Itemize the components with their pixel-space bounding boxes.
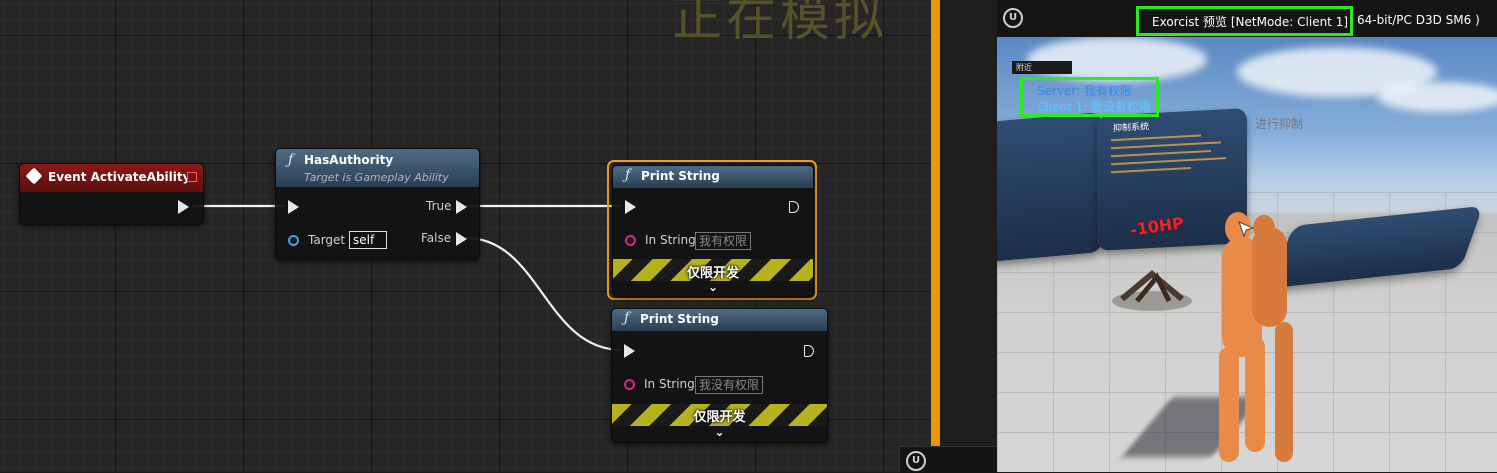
mini-label: 附近 bbox=[1012, 61, 1072, 74]
in-string-pin[interactable] bbox=[625, 235, 636, 246]
viewport-title: Exorcist 预览 [NetMode: Client 1] bbox=[1152, 15, 1349, 29]
function-icon: ƒ bbox=[288, 152, 294, 168]
has-authority-title: HasAuthority bbox=[304, 153, 394, 167]
in-string-field[interactable]: 我有权限 bbox=[695, 232, 752, 250]
true-exec-pin[interactable] bbox=[456, 200, 467, 214]
target-pin[interactable] bbox=[288, 235, 299, 246]
character-leg bbox=[1245, 337, 1265, 452]
false-exec-pin[interactable] bbox=[456, 232, 467, 246]
false-pin-label: False bbox=[421, 231, 452, 245]
character-head bbox=[1253, 215, 1275, 241]
panel-text-line bbox=[1111, 157, 1226, 166]
print-string-node-1[interactable]: ƒ Print String In String 我有权限 仅限开发 ⌄ bbox=[612, 165, 814, 297]
panel-text-line bbox=[1111, 167, 1191, 174]
print-string-node-2[interactable]: ƒ Print String In String 我没有权限 仅限开发 ⌄ bbox=[611, 308, 828, 443]
viewport-title-suffix: 64-bit/PC D3D SM6 ) bbox=[1357, 13, 1480, 27]
unreal-logo-icon: U bbox=[906, 451, 926, 471]
function-icon: ƒ bbox=[625, 167, 631, 183]
exec-in-pin[interactable] bbox=[625, 200, 636, 214]
panel-text-line bbox=[1111, 141, 1221, 150]
character-body bbox=[1252, 227, 1287, 327]
in-string-label: In String bbox=[644, 377, 695, 391]
info-panel-left bbox=[997, 111, 1102, 263]
in-string-pin[interactable] bbox=[624, 379, 635, 390]
panel-text-line bbox=[1111, 149, 1211, 158]
target-pin-label: Target bbox=[308, 233, 346, 247]
debug-client-line: Client 1: 我没有权限 bbox=[1037, 100, 1152, 114]
cloud bbox=[1027, 37, 1207, 82]
unreal-logo-icon: U bbox=[1003, 8, 1023, 28]
character-leg bbox=[1275, 322, 1293, 462]
event-node-title: Event ActivateAbility bbox=[48, 170, 191, 184]
has-authority-node[interactable]: ƒ HasAuthority Target is Gameplay Abilit… bbox=[275, 148, 480, 260]
debug-server-line: Server: 我有权限 bbox=[1037, 84, 1132, 98]
character-leg bbox=[1219, 347, 1239, 462]
cursor-arrow-icon bbox=[1238, 221, 1255, 238]
target-value-field[interactable]: self bbox=[349, 231, 387, 249]
blueprint-graph[interactable]: 正在模拟 Event ActivateAbility ƒ HasAuthorit… bbox=[0, 0, 940, 472]
event-activate-ability-node[interactable]: Event ActivateAbility bbox=[19, 163, 204, 225]
true-pin-label: True bbox=[426, 199, 452, 213]
cloud bbox=[1377, 82, 1497, 112]
development-only-label: 仅限开发 bbox=[693, 410, 746, 425]
function-icon: ƒ bbox=[624, 310, 630, 326]
print1-title: Print String bbox=[641, 169, 720, 183]
print2-title: Print String bbox=[640, 312, 719, 326]
campfire-icon bbox=[1112, 270, 1192, 311]
exec-in-pin[interactable] bbox=[624, 344, 635, 358]
development-only-label: 仅限开发 bbox=[686, 266, 739, 281]
has-authority-header: ƒ HasAuthority Target is Gameplay Abilit… bbox=[276, 149, 479, 187]
panel-title: 抑制系统 bbox=[1113, 122, 1150, 135]
exec-in-pin[interactable] bbox=[288, 200, 299, 214]
simulation-border bbox=[931, 0, 940, 447]
print1-header: ƒ Print String bbox=[613, 166, 813, 188]
exec-out-pin[interactable] bbox=[789, 201, 799, 213]
event-icon bbox=[25, 167, 43, 185]
background-text: 进行抑制 bbox=[1255, 117, 1304, 131]
in-string-label: In String bbox=[645, 233, 696, 247]
panel-divider bbox=[940, 0, 997, 472]
event-node-header: Event ActivateAbility bbox=[20, 164, 203, 192]
has-authority-subtitle: Target is Gameplay Ability bbox=[304, 171, 449, 184]
bottom-tab[interactable]: U bbox=[900, 446, 997, 473]
in-string-field[interactable]: 我没有权限 bbox=[695, 376, 764, 394]
exec-out-pin[interactable] bbox=[178, 200, 189, 214]
print2-header: ƒ Print String bbox=[612, 309, 827, 331]
wire-false-to-print2 bbox=[465, 236, 623, 352]
exec-out-pin[interactable] bbox=[804, 345, 814, 357]
panel-text-line bbox=[1111, 134, 1201, 142]
expand-chevron-icon[interactable]: ⌄ bbox=[613, 280, 813, 294]
delegate-pin-icon[interactable] bbox=[187, 172, 197, 182]
expand-chevron-icon[interactable]: ⌄ bbox=[612, 425, 827, 439]
